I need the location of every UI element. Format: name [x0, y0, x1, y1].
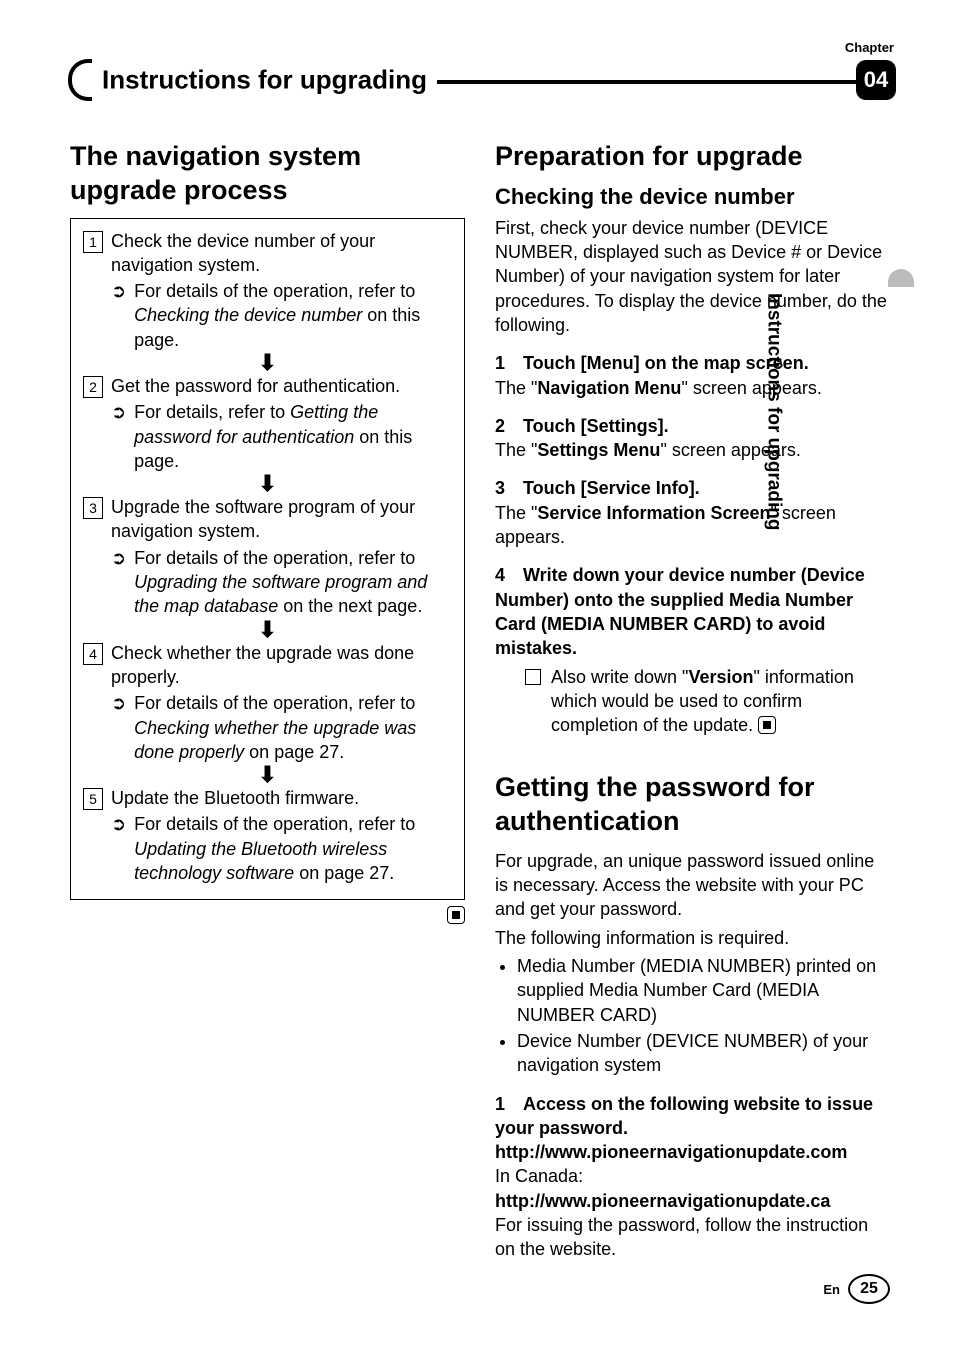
pw-bullets: Media Number (MEDIA NUMBER) printed on s…	[495, 954, 890, 1077]
check-title: Checking the device number	[495, 184, 890, 210]
down-arrow-icon: ⬇	[83, 473, 452, 495]
down-arrow-icon: ⬇	[83, 764, 452, 786]
down-arrow-icon: ⬇	[83, 619, 452, 641]
step-4: 4 Check whether the upgrade was done pro…	[83, 641, 452, 690]
step-1-detail: ➲ For details of the operation, refer to…	[83, 279, 452, 352]
list-item: Media Number (MEDIA NUMBER) printed on s…	[517, 954, 890, 1027]
stop-icon	[758, 716, 776, 734]
footer-lang: En	[823, 1282, 840, 1297]
stop-icon	[447, 906, 465, 924]
step-3-detail: ➲ For details of the operation, refer to…	[83, 546, 452, 619]
chapter-number: 04	[856, 60, 896, 100]
pointer-icon: ➲	[111, 812, 126, 885]
step-num: 4	[83, 643, 103, 665]
check-step-2: 2Touch [Settings].	[495, 414, 890, 438]
left-title: The navigation system upgrade process	[70, 140, 465, 208]
step-1: 1 Check the device number of your naviga…	[83, 229, 452, 278]
pw-title: Getting the password for authentication	[495, 771, 890, 839]
detail-text: For details of the operation, refer to C…	[134, 691, 452, 764]
side-tab-cap	[888, 269, 914, 287]
step-num: 3	[83, 497, 103, 519]
step-num: 2	[83, 376, 103, 398]
pw-intro-1: For upgrade, an unique password issued o…	[495, 849, 890, 922]
check-intro: First, check your device number (DEVICE …	[495, 216, 890, 337]
header-title-wrap: Instructions for upgrading	[88, 65, 437, 96]
pw-url-2: http://www.pioneernavigationupdate.ca	[495, 1189, 890, 1213]
process-box: 1 Check the device number of your naviga…	[70, 218, 465, 901]
step-text: Check whether the upgrade was done prope…	[111, 641, 452, 690]
header-bar: Instructions for upgrading 04	[70, 60, 894, 100]
chapter-label: Chapter	[845, 40, 894, 55]
pw-tail: For issuing the password, follow the ins…	[495, 1213, 890, 1262]
prep-title: Preparation for upgrade	[495, 140, 890, 174]
check-step-1: 1Touch [Menu] on the map screen.	[495, 351, 890, 375]
step-4-detail: ➲ For details of the operation, refer to…	[83, 691, 452, 764]
side-tab: Instructions for upgrading	[890, 275, 916, 675]
check-step-4-note: Also write down "Version" information wh…	[495, 665, 890, 738]
pointer-icon: ➲	[111, 279, 126, 352]
check-step-3-after: The "Service Information Screen" screen …	[495, 501, 890, 550]
footer: En 25	[823, 1274, 890, 1304]
step-num: 5	[83, 788, 103, 810]
step-5: 5 Update the Bluetooth firmware.	[83, 786, 452, 810]
check-step-4: 4Write down your device number (Device N…	[495, 563, 890, 660]
side-tab-text: Instructions for upgrading	[762, 293, 784, 531]
pointer-icon: ➲	[111, 400, 126, 473]
step-text: Update the Bluetooth firmware.	[111, 786, 359, 810]
step-text: Upgrade the software program of your nav…	[111, 495, 452, 544]
check-step-2-after: The "Settings Menu" screen appears.	[495, 438, 890, 462]
step-5-detail: ➲ For details of the operation, refer to…	[83, 812, 452, 885]
step-text: Check the device number of your navigati…	[111, 229, 452, 278]
step-text: Get the password for authentication.	[111, 374, 400, 398]
down-arrow-icon: ⬇	[83, 352, 452, 374]
pw-intro-2: The following information is required.	[495, 926, 890, 950]
detail-text: For details of the operation, refer to U…	[134, 546, 452, 619]
pw-url-1: http://www.pioneernavigationupdate.com	[495, 1140, 890, 1164]
pointer-icon: ➲	[111, 546, 126, 619]
pw-canada: In Canada:	[495, 1164, 890, 1188]
check-step-1-after: The "Navigation Menu" screen appears.	[495, 376, 890, 400]
detail-text: For details of the operation, refer to C…	[134, 279, 452, 352]
step-3: 3 Upgrade the software program of your n…	[83, 495, 452, 544]
left-column: The navigation system upgrade process 1 …	[70, 140, 465, 1262]
step-num: 1	[83, 231, 103, 253]
step-2: 2 Get the password for authentication.	[83, 374, 452, 398]
pointer-icon: ➲	[111, 691, 126, 764]
header-title: Instructions for upgrading	[102, 65, 427, 96]
page-number: 25	[848, 1274, 890, 1304]
step-2-detail: ➲ For details, refer to Getting the pass…	[83, 400, 452, 473]
pw-step-1: 1Access on the following website to issu…	[495, 1092, 890, 1141]
check-step-3: 3Touch [Service Info].	[495, 476, 890, 500]
detail-text: For details of the operation, refer to U…	[134, 812, 452, 885]
list-item: Device Number (DEVICE NUMBER) of your na…	[517, 1029, 890, 1078]
section-end-mark	[70, 906, 465, 927]
note-text: Also write down "Version" information wh…	[551, 665, 890, 738]
note-icon	[525, 669, 541, 685]
right-column: Preparation for upgrade Checking the dev…	[495, 140, 890, 1262]
detail-text: For details, refer to Getting the passwo…	[134, 400, 452, 473]
